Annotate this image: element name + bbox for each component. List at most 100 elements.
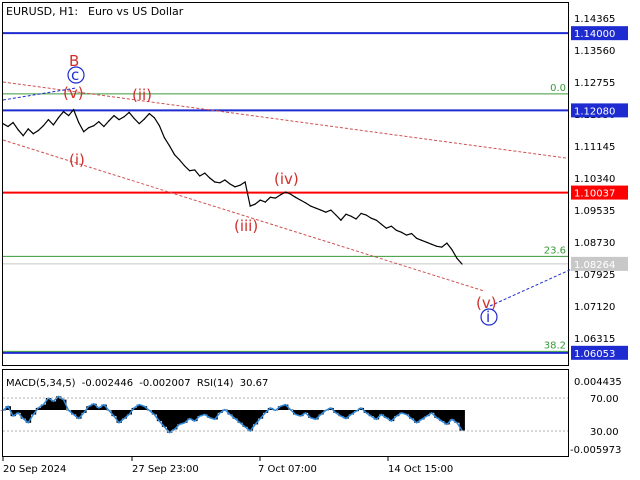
rsi-point (224, 409, 226, 411)
rsi-point (315, 418, 317, 420)
macd-name: MACD(5,34,5) (6, 378, 76, 389)
rsi-point (370, 415, 372, 417)
rsi-point (204, 414, 206, 415)
macd-bar (449, 410, 455, 420)
price-point (2, 123, 4, 125)
rsi-point (325, 409, 327, 411)
time-tick: 7 Oct 07:00 (258, 464, 317, 475)
rsi-point (340, 415, 342, 417)
price-point (310, 205, 312, 207)
price-point (73, 108, 75, 111)
price-point (168, 145, 171, 147)
price-point (350, 215, 352, 217)
rsi-point (295, 414, 297, 415)
price-tick: 1.07120 (574, 302, 615, 313)
rsi-point (310, 417, 312, 419)
fib-label: 23.6 (544, 245, 566, 256)
price-point (108, 120, 110, 122)
rsi-point (436, 417, 438, 419)
rsi-point (279, 405, 281, 407)
indicator-title: MACD(5,34,5) -0.002446 -0.002007 RSI(14)… (6, 378, 268, 389)
rsi-point (103, 404, 105, 406)
price-point (57, 117, 60, 119)
rsi-point (27, 422, 29, 424)
rsi-point (168, 432, 170, 434)
price-point (133, 117, 135, 120)
price-point (410, 232, 413, 235)
price-point (375, 219, 377, 221)
price-point (22, 135, 24, 137)
price-point (405, 234, 408, 236)
rsi-point (320, 414, 322, 415)
rsi-point (274, 409, 276, 411)
price-point (380, 223, 382, 225)
price-point (204, 172, 206, 174)
wave-label-circle-i: i (486, 308, 490, 326)
indicator-tick: 70.00 (590, 394, 619, 405)
rsi-point (73, 414, 75, 415)
rsi-point (173, 428, 175, 430)
macd-main-value: -0.002446 (82, 378, 133, 389)
price-point (93, 125, 95, 127)
price-point (158, 125, 160, 127)
rsi-point (305, 412, 307, 414)
price-point (431, 243, 433, 245)
price-tick: 1.12755 (574, 78, 615, 89)
time-tick: 14 Oct 15:00 (388, 464, 453, 475)
rsi-point (441, 420, 443, 422)
price-point (390, 225, 392, 227)
level-price-label: 1.12080 (574, 106, 615, 117)
rsi-point (108, 409, 110, 411)
price-point (385, 227, 387, 229)
price-point (421, 239, 423, 241)
rsi-point (7, 405, 9, 407)
price-point (123, 116, 125, 118)
price-point (279, 194, 282, 196)
time-tick: 20 Sep 2024 (3, 464, 66, 475)
price-tick: 1.11145 (574, 142, 615, 153)
rsi-point (259, 418, 261, 420)
rsi-point (184, 422, 186, 424)
price-point (224, 179, 226, 181)
dashed-channel-lines (2, 81, 575, 307)
indicator-tick: 0.004435 (574, 377, 622, 388)
rsi-point (446, 423, 448, 425)
wave-label-ii: (ii) (132, 86, 152, 104)
rsi-point (426, 415, 428, 417)
rsi-point (148, 409, 150, 411)
rsi-point (456, 422, 458, 424)
indicator-tick: -0.005973 (570, 445, 621, 456)
rsi-point (229, 414, 231, 415)
rsi-point (269, 407, 271, 409)
wave-label-v-top: (v) (63, 84, 84, 102)
rsi-point (189, 418, 191, 420)
rsi-point (93, 403, 95, 405)
price-point (148, 113, 150, 115)
price-point (229, 183, 231, 185)
price-point (294, 196, 297, 198)
price-point (249, 205, 251, 207)
price-point (370, 217, 372, 219)
price-point (305, 202, 307, 204)
rsi-point (88, 405, 90, 407)
price-tick: 1.14365 (574, 14, 615, 25)
rsi-point (83, 412, 85, 414)
price-point (103, 125, 105, 128)
price-point (32, 133, 34, 135)
price-point (289, 193, 292, 195)
price-point (37, 129, 39, 132)
rsi-point (153, 414, 155, 415)
price-tick: 1.08730 (574, 238, 615, 249)
rsi-point (395, 415, 397, 417)
chart-canvas: 0.023.638.2 B c (v) (ii) (i) (iv) (iii) … (0, 2, 628, 475)
price-point (183, 165, 186, 167)
rsi-point (138, 404, 140, 406)
price-point (284, 191, 287, 193)
rsi-point (300, 415, 302, 417)
price-point (12, 121, 14, 124)
price-tick: 1.06315 (574, 334, 615, 345)
price-point (365, 214, 367, 216)
symbol-timeframe: EURUSD, H1: (6, 5, 78, 18)
price-point (214, 181, 216, 183)
price-point (400, 231, 403, 233)
